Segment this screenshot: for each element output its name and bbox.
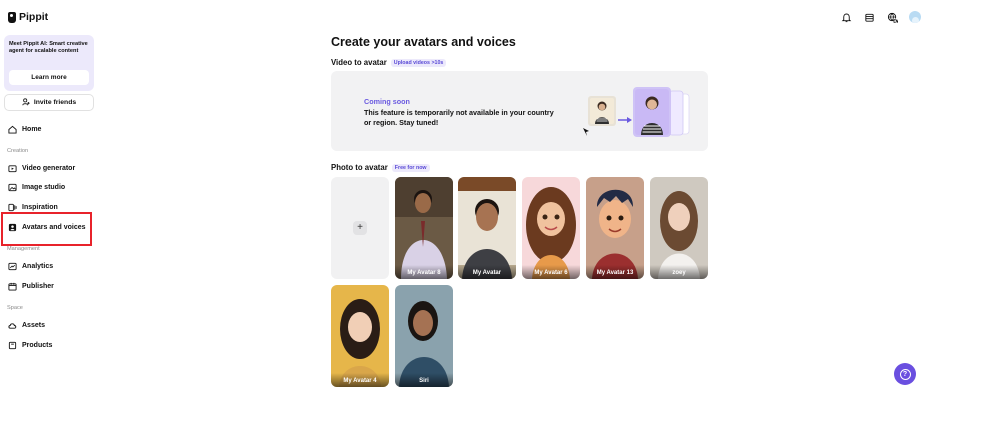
avatar-photo	[650, 177, 708, 279]
pippit-logo-icon	[8, 11, 16, 23]
sidebar-item-products[interactable]: Products	[0, 337, 96, 353]
promo-text: Meet Pippit AI: Smart creative agent for…	[9, 41, 88, 55]
avatar-card[interactable]: zoey	[650, 177, 708, 279]
avatar-name: My Avatar 8	[395, 265, 453, 279]
avatar-name: Siri	[395, 373, 453, 387]
sidebar-item-label: Video generator	[22, 164, 76, 172]
topbar-actions	[840, 11, 921, 23]
sidebar: Pippit Meet Pippit AI: Smart creative ag…	[0, 0, 100, 421]
sidebar-item-analytics[interactable]: Analytics	[0, 258, 96, 274]
avatar-photo	[586, 177, 644, 279]
section-label-management: Management	[7, 246, 40, 252]
coming-soon-label: Coming soon	[364, 97, 410, 106]
avatar-photo	[522, 177, 580, 279]
promo-card: Meet Pippit AI: Smart creative agent for…	[4, 35, 94, 91]
add-avatar-tile[interactable]: +	[331, 177, 389, 279]
avatar-name: zoey	[650, 265, 708, 279]
video-icon	[8, 164, 17, 173]
unavailable-notice-text: This feature is temporarily not availabl…	[364, 108, 554, 127]
avatar-name: My Avatar 4	[331, 373, 389, 387]
section-label-creation: Creation	[7, 148, 29, 154]
video-to-avatar-illustration	[583, 87, 690, 137]
section-title: Photo to avatar	[331, 163, 388, 172]
image-icon	[8, 183, 17, 192]
logo-text: Pippit	[19, 11, 49, 23]
user-plus-icon	[22, 97, 30, 108]
cloud-icon	[8, 321, 17, 330]
active-item-highlight	[1, 212, 92, 246]
sidebar-item-home[interactable]: Home	[0, 121, 96, 137]
inspiration-icon	[8, 203, 17, 212]
avatar-card[interactable]: My Avatar 4	[331, 285, 389, 387]
video-to-avatar-heading: Video to avatar Upload videos >10s	[331, 58, 447, 67]
page-title: Create your avatars and voices	[331, 35, 516, 49]
avatar-photo	[395, 285, 453, 387]
sidebar-item-label: Publisher	[22, 282, 54, 290]
product-icon	[8, 341, 17, 350]
avatar-name: My Avatar	[458, 265, 516, 279]
sidebar-item-label: Analytics	[22, 262, 54, 270]
logo[interactable]: Pippit	[8, 11, 48, 23]
sidebar-item-label: Image studio	[22, 183, 66, 191]
avatar-photo	[395, 177, 453, 279]
avatar-name: My Avatar 13	[586, 265, 644, 279]
invite-friends-label: Invite friends	[33, 99, 77, 106]
help-button[interactable]: ?	[894, 363, 916, 385]
section-label-space: Space	[7, 305, 23, 311]
home-icon	[8, 125, 17, 134]
calendar-icon[interactable]	[863, 11, 875, 23]
sidebar-item-video-generator[interactable]: Video generator	[0, 160, 96, 176]
avatar-name: My Avatar 6	[522, 265, 580, 279]
question-icon: ?	[899, 368, 911, 380]
calendar-icon	[8, 282, 17, 291]
user-avatar[interactable]	[909, 11, 921, 23]
sidebar-item-label: Assets	[22, 321, 45, 329]
avatar-card[interactable]: My Avatar 8	[395, 177, 453, 279]
analytics-icon	[8, 262, 17, 271]
avatar-card[interactable]: My Avatar	[458, 177, 516, 279]
bell-icon[interactable]	[840, 11, 852, 23]
plus-icon: +	[353, 221, 367, 235]
avatar-card[interactable]: Siri	[395, 285, 453, 387]
sidebar-item-image-studio[interactable]: Image studio	[0, 179, 96, 195]
avatar-card[interactable]: My Avatar 13	[586, 177, 644, 279]
avatar-photo	[458, 177, 516, 279]
sidebar-item-assets[interactable]: Assets	[0, 317, 96, 333]
free-for-now-badge: Free for now	[391, 163, 430, 172]
photo-to-avatar-heading: Photo to avatar Free for now	[331, 163, 430, 172]
sidebar-item-label: Products	[22, 341, 53, 349]
learn-more-button[interactable]: Learn more	[9, 70, 89, 85]
sidebar-item-publisher[interactable]: Publisher	[0, 278, 96, 294]
language-icon[interactable]	[886, 11, 898, 23]
video-to-avatar-notice: Coming soon This feature is temporarily …	[331, 71, 708, 151]
section-title: Video to avatar	[331, 58, 387, 67]
avatar-card[interactable]: My Avatar 6	[522, 177, 580, 279]
upload-videos-badge: Upload videos >10s	[390, 58, 447, 67]
sidebar-item-label: Home	[22, 125, 42, 133]
invite-friends-button[interactable]: Invite friends	[4, 94, 94, 111]
sidebar-item-label: Inspiration	[22, 203, 58, 211]
avatar-photo	[331, 285, 389, 387]
